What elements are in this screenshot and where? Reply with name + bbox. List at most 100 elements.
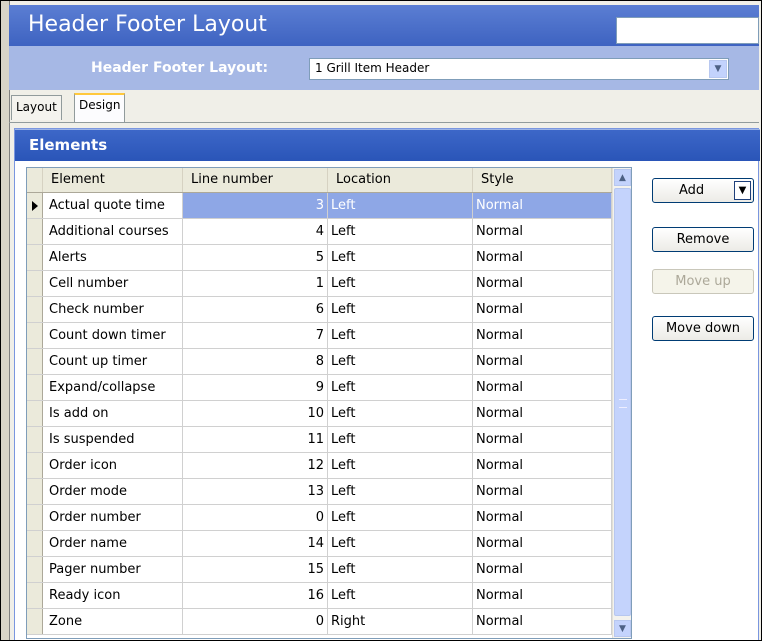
row-selector[interactable] [27,427,43,452]
cell-line-number[interactable]: 8 [183,349,328,374]
row-selector[interactable] [27,245,43,270]
cell-element[interactable]: Order icon [43,453,183,478]
cell-style[interactable]: Normal [473,505,612,530]
cell-line-number[interactable]: 3 [183,193,328,218]
cell-element[interactable]: Count down timer [43,323,183,348]
cell-line-number[interactable]: 10 [183,401,328,426]
cell-style[interactable]: Normal [473,245,612,270]
row-selector[interactable] [27,583,43,608]
cell-element[interactable]: Is add on [43,401,183,426]
cell-element[interactable]: Order mode [43,479,183,504]
table-row[interactable]: Count down timer 7 Left Normal [27,323,612,349]
cell-style[interactable]: Normal [473,349,612,374]
table-row[interactable]: Is add on 10 Left Normal [27,401,612,427]
table-row[interactable]: Actual quote time 3 Left Normal [27,193,612,219]
cell-style[interactable]: Normal [473,297,612,322]
cell-location[interactable]: Left [328,453,473,478]
cell-line-number[interactable]: 4 [183,219,328,244]
row-selector[interactable] [27,349,43,374]
cell-element[interactable]: Order name [43,531,183,556]
column-header-line-number[interactable]: Line number [183,168,328,192]
cell-line-number[interactable]: 1 [183,271,328,296]
cell-style[interactable]: Normal [473,193,612,218]
cell-style[interactable]: Normal [473,479,612,504]
cell-element[interactable]: Cell number [43,271,183,296]
elements-grid[interactable]: Element Line number Location Style Actua… [26,167,632,639]
cell-element[interactable]: Expand/collapse [43,375,183,400]
row-selector[interactable] [27,193,43,218]
cell-element[interactable]: Zone [43,609,183,634]
cell-element[interactable]: Ready icon [43,583,183,608]
cell-style[interactable]: Normal [473,271,612,296]
add-button[interactable]: Add ▼ [652,178,754,203]
cell-style[interactable]: Normal [473,219,612,244]
cell-style[interactable]: Normal [473,323,612,348]
table-row[interactable]: Expand/collapse 9 Left Normal [27,375,612,401]
row-selector[interactable] [27,557,43,582]
table-row[interactable]: Order mode 13 Left Normal [27,479,612,505]
move-down-button[interactable]: Move down [652,316,754,341]
cell-line-number[interactable]: 0 [183,609,328,634]
tab-design[interactable]: Design [74,93,126,122]
row-selector[interactable] [27,609,43,634]
cell-element[interactable]: Additional courses [43,219,183,244]
tab-layout[interactable]: Layout [11,95,62,120]
cell-line-number[interactable]: 6 [183,297,328,322]
cell-line-number[interactable]: 15 [183,557,328,582]
row-selector[interactable] [27,297,43,322]
cell-location[interactable]: Left [328,375,473,400]
table-row[interactable]: Pager number 15 Left Normal [27,557,612,583]
cell-style[interactable]: Normal [473,375,612,400]
cell-location[interactable]: Left [328,349,473,374]
cell-location[interactable]: Left [328,427,473,452]
table-row[interactable]: Order name 14 Left Normal [27,531,612,557]
row-selector[interactable] [27,323,43,348]
cell-element[interactable]: Check number [43,297,183,322]
cell-location[interactable]: Left [328,505,473,530]
cell-line-number[interactable]: 14 [183,531,328,556]
cell-style[interactable]: Normal [473,557,612,582]
add-dropdown-icon[interactable]: ▼ [734,181,751,200]
table-row[interactable]: Alerts 5 Left Normal [27,245,612,271]
cell-element[interactable]: Alerts [43,245,183,270]
table-row[interactable]: Order number 0 Left Normal [27,505,612,531]
table-row[interactable]: Order icon 12 Left Normal [27,453,612,479]
cell-style[interactable]: Normal [473,531,612,556]
row-selector[interactable] [27,479,43,504]
cell-line-number[interactable]: 12 [183,453,328,478]
column-header-location[interactable]: Location [328,168,473,192]
scrollbar-thumb[interactable] [614,188,631,616]
cell-line-number[interactable]: 9 [183,375,328,400]
row-selector[interactable] [27,453,43,478]
cell-location[interactable]: Left [328,557,473,582]
cell-element[interactable]: Order number [43,505,183,530]
table-row[interactable]: Ready icon 16 Left Normal [27,583,612,609]
table-row[interactable]: Check number 6 Left Normal [27,297,612,323]
cell-location[interactable]: Left [328,531,473,556]
cell-location[interactable]: Left [328,479,473,504]
row-selector[interactable] [27,271,43,296]
cell-style[interactable]: Normal [473,453,612,478]
cell-style[interactable]: Normal [473,583,612,608]
cell-element[interactable]: Is suspended [43,427,183,452]
row-selector[interactable] [27,401,43,426]
chevron-down-icon[interactable]: ▼ [709,60,727,78]
scroll-up-icon[interactable]: ▲ [614,169,631,186]
table-row[interactable]: Cell number 1 Left Normal [27,271,612,297]
cell-location[interactable]: Left [328,297,473,322]
table-row[interactable]: Is suspended 11 Left Normal [27,427,612,453]
move-up-button[interactable]: Move up [652,269,754,294]
row-selector[interactable] [27,505,43,530]
scroll-down-icon[interactable]: ▼ [614,620,631,637]
cell-line-number[interactable]: 0 [183,505,328,530]
row-selector[interactable] [27,375,43,400]
cell-style[interactable]: Normal [473,401,612,426]
remove-button[interactable]: Remove [652,227,754,252]
cell-line-number[interactable]: 7 [183,323,328,348]
column-header-style[interactable]: Style [473,168,612,192]
layout-selector-dropdown[interactable]: 1 Grill Item Header ▼ [309,58,729,80]
title-input-box[interactable] [616,17,759,44]
cell-location[interactable]: Left [328,323,473,348]
row-selector[interactable] [27,531,43,556]
cell-style[interactable]: Normal [473,609,612,634]
